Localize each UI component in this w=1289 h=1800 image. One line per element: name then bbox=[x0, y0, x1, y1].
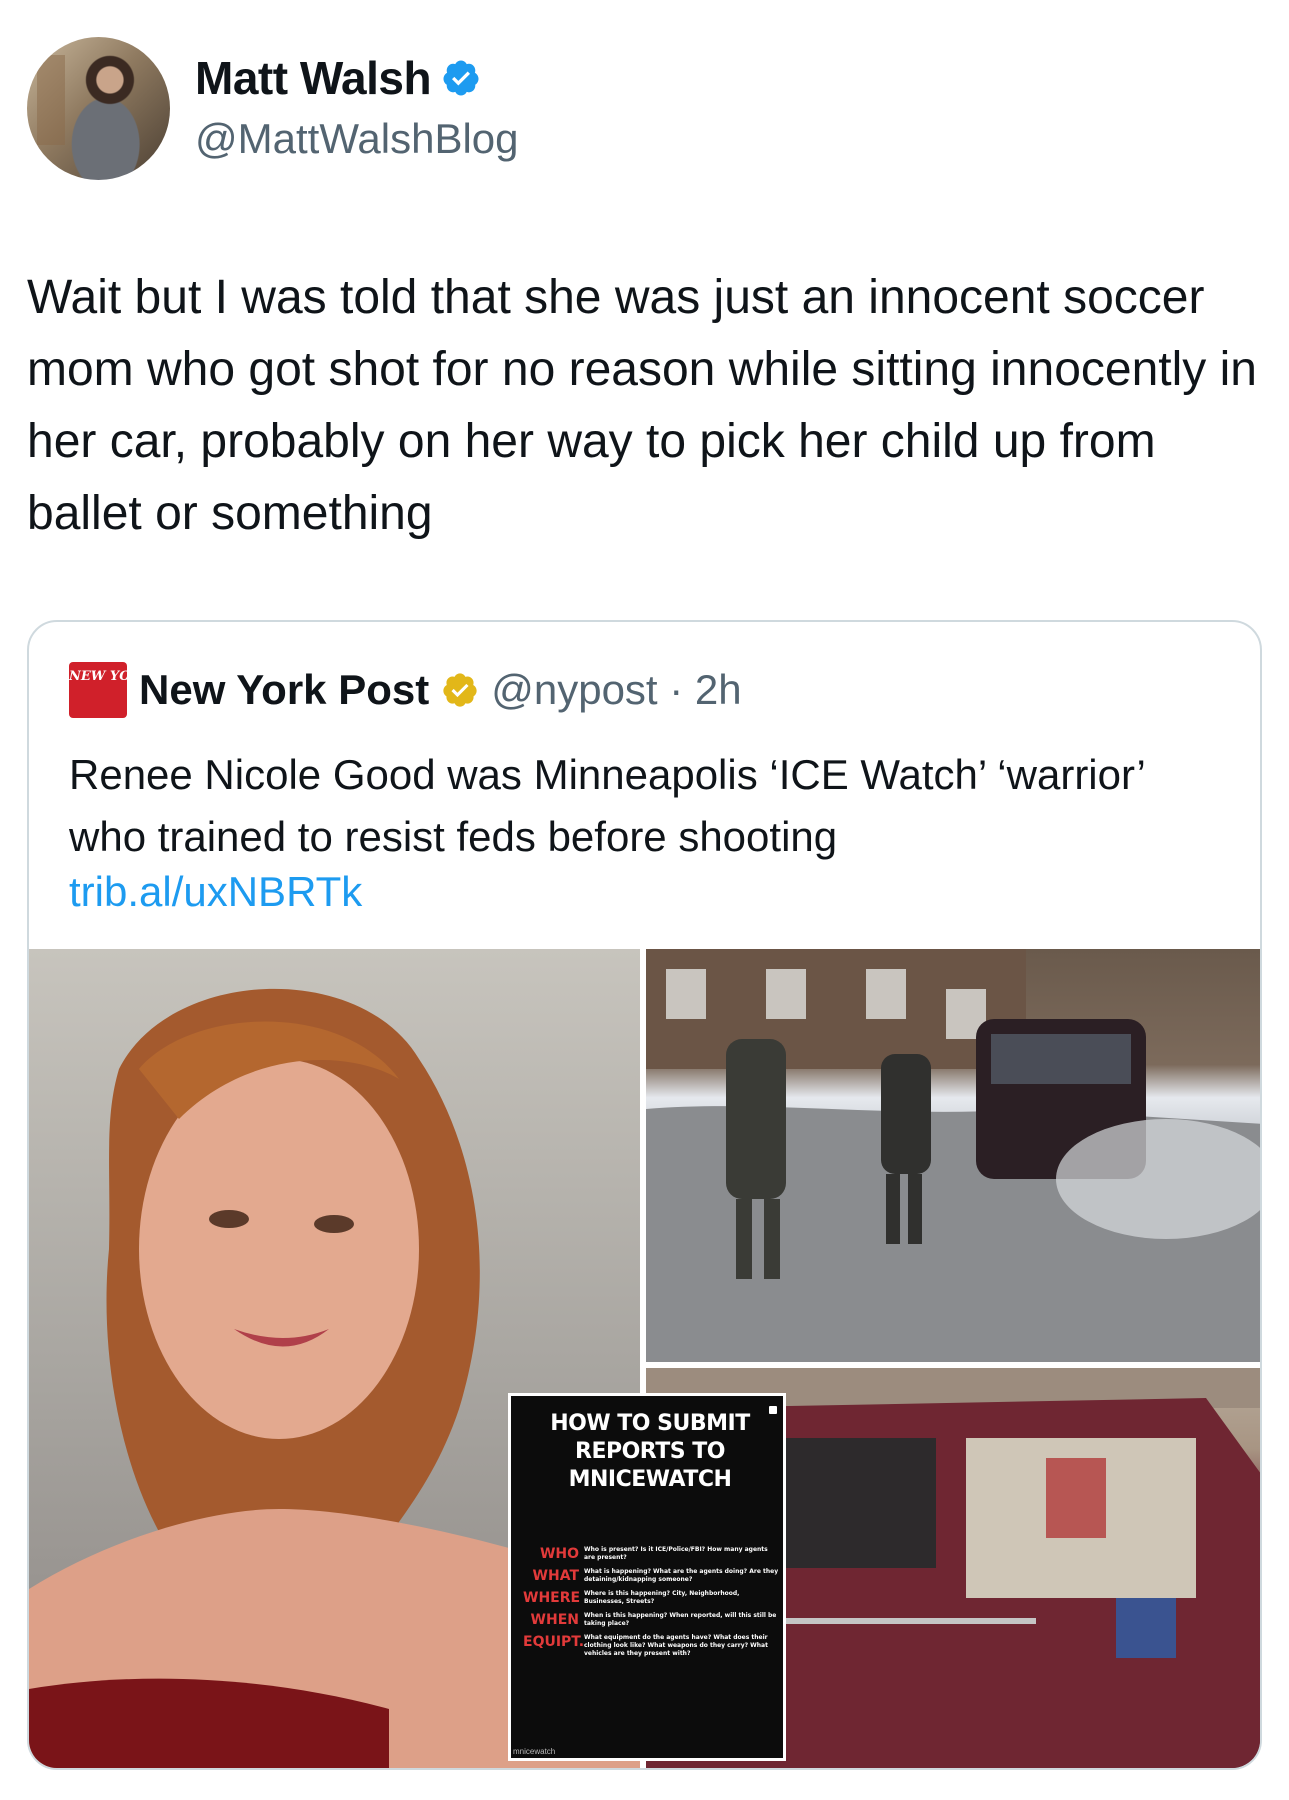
avatar[interactable] bbox=[27, 37, 170, 180]
poster-row-label: WHERE bbox=[523, 1590, 581, 1606]
quoted-media[interactable]: HOW TO SUBMIT REPORTS TO MNICEWATCH WHO … bbox=[29, 949, 1260, 1768]
poster-row-label: WHAT bbox=[532, 1568, 579, 1584]
poster-rows: WHO Who is present? Is it ICE/Police/FBI… bbox=[523, 1546, 779, 1664]
verified-badge-icon bbox=[443, 60, 479, 96]
quoted-handle-time[interactable]: @nypost · 2h bbox=[491, 666, 741, 714]
nypost-logo[interactable]: NEW YORK POST bbox=[69, 662, 197, 718]
poster-row: EQUIPT. What equipment do the agents hav… bbox=[523, 1634, 779, 1658]
tweet-header: Matt Walsh @MattWalshBlog bbox=[27, 37, 727, 181]
quoted-author-name[interactable]: New York Post bbox=[139, 666, 429, 714]
quoted-link[interactable]: trib.al/uxNBRTk bbox=[69, 868, 362, 916]
author-name[interactable]: Matt Walsh bbox=[195, 51, 432, 105]
author-handle[interactable]: @MattWalshBlog bbox=[195, 115, 519, 163]
street-photo bbox=[646, 949, 1260, 1362]
poster-row: WHAT What is happening? What are the age… bbox=[523, 1568, 779, 1584]
poster-row-desc: Where is this happening? City, Neighborh… bbox=[584, 1590, 740, 1605]
poster-row: WHEN When is this happening? When report… bbox=[523, 1612, 779, 1628]
poster-row-desc: When is this happening? When reported, w… bbox=[584, 1612, 777, 1627]
poster-row-label: WHO bbox=[539, 1546, 579, 1562]
poster-row: WHO Who is present? Is it ICE/Police/FBI… bbox=[523, 1546, 779, 1562]
quoted-author-row: NEW YORK POST New York Post @nypost · 2h bbox=[69, 662, 742, 718]
author-row: Matt Walsh bbox=[195, 51, 481, 105]
poster-title: HOW TO SUBMIT REPORTS TO MNICEWATCH bbox=[550, 1411, 750, 1492]
poster-row: WHERE Where is this happening? City, Nei… bbox=[523, 1590, 779, 1606]
quoted-tweet-card[interactable]: NEW YORK POST New York Post @nypost · 2h… bbox=[27, 620, 1262, 1770]
poster-footer: mnicewatch bbox=[513, 1747, 556, 1756]
poster-row-desc: Who is present? Is it ICE/Police/FBI? Ho… bbox=[584, 1546, 768, 1561]
poster-row-desc: What equipment do the agents have? What … bbox=[584, 1634, 768, 1657]
poster-row-label: WHEN bbox=[530, 1612, 579, 1628]
verified-gold-badge-icon bbox=[443, 673, 477, 707]
quoted-text: Renee Nicole Good was Minneapolis ‘ICE W… bbox=[69, 751, 1145, 860]
poster-row-desc: What is happening? What are the agents d… bbox=[584, 1568, 779, 1583]
tweet-text: Wait but I was told that she was just an… bbox=[27, 271, 1271, 540]
poster-row-label: EQUIPT. bbox=[523, 1634, 585, 1650]
mnicewatch-poster: HOW TO SUBMIT REPORTS TO MNICEWATCH WHO … bbox=[508, 1393, 786, 1761]
